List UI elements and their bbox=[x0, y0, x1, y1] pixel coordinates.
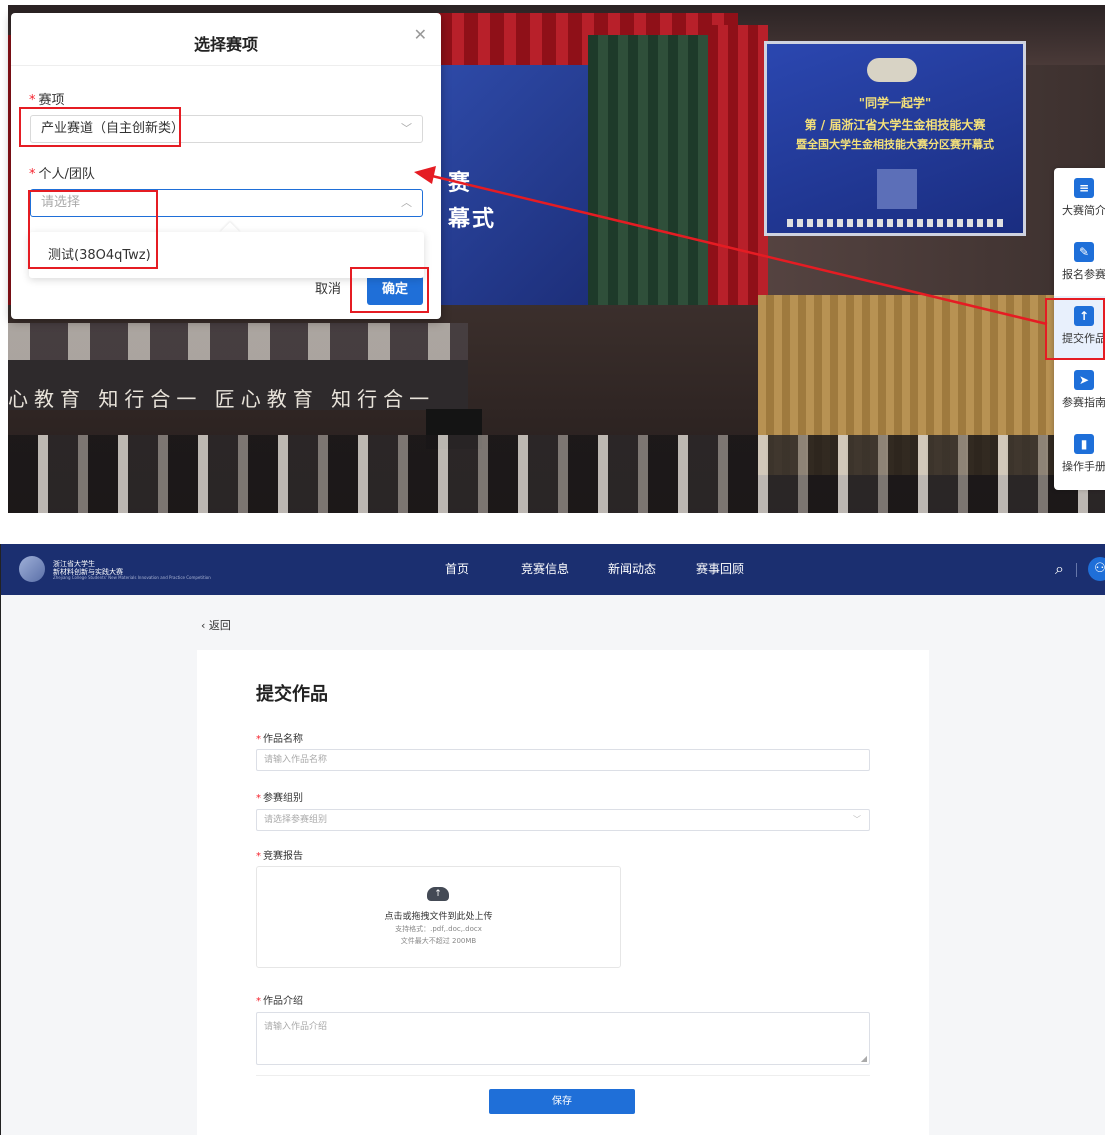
work-name-label: * 作品名称 bbox=[256, 734, 303, 745]
divider bbox=[256, 1075, 870, 1076]
label-text: 作品介绍 bbox=[263, 996, 303, 1007]
intro-textarea[interactable]: 请输入作品介绍 ◢ bbox=[256, 1012, 870, 1065]
back-link[interactable]: ‹ 返回 bbox=[201, 617, 231, 633]
upload-size-limit: 文件最大不超过 200MB bbox=[400, 937, 477, 945]
logo-icon[interactable] bbox=[19, 556, 45, 582]
resize-handle-icon[interactable]: ◢ bbox=[861, 1054, 867, 1063]
top-navbar: 浙江省大学生 新材料创新与实践大赛 Zhejiang College Stude… bbox=[1, 544, 1105, 595]
arrow-line bbox=[427, 173, 1048, 326]
label-text: 作品名称 bbox=[263, 734, 303, 745]
page-root: 赛 幕式 "同学一起学" 第 / 届浙江省大学生金相技能大赛 暨全国大学生金相技… bbox=[0, 0, 1105, 1135]
chevron-left-icon: ‹ bbox=[201, 619, 209, 632]
group-label: * 参赛组别 bbox=[256, 793, 303, 804]
save-button[interactable]: 保存 bbox=[489, 1089, 635, 1114]
report-label: * 竞赛报告 bbox=[256, 851, 303, 862]
chevron-down-icon: ﹀ bbox=[853, 815, 861, 824]
work-name-input[interactable]: 请输入作品名称 bbox=[256, 749, 870, 771]
page-title: 提交作品 bbox=[256, 684, 328, 705]
user-icon[interactable]: ⚇ bbox=[1088, 557, 1105, 581]
submit-form-card: 提交作品 * 作品名称 请输入作品名称 * 参赛组别 请选择参赛组别 ﹀ * 竞赛报告… bbox=[197, 650, 929, 1135]
upload-dropzone[interactable]: ↑ 点击或拖拽文件到此处上传 支持格式：.pdf,.doc,.docx 文件最大… bbox=[256, 866, 621, 968]
label-text: 参赛组别 bbox=[263, 793, 303, 804]
back-label: 返回 bbox=[208, 619, 231, 632]
upload-formats: 支持格式：.pdf,.doc,.docx bbox=[395, 925, 482, 933]
upload-hint: 点击或拖拽文件到此处上传 bbox=[384, 912, 493, 922]
divider bbox=[1076, 563, 1077, 577]
arrow-head bbox=[414, 166, 436, 184]
placeholder: 请输入作品介绍 bbox=[264, 1022, 328, 1032]
nav-item-news[interactable]: 新闻动态 bbox=[608, 560, 656, 577]
submit-work-screenshot: 浙江省大学生 新材料创新与实践大赛 Zhejiang College Stude… bbox=[0, 544, 1105, 1135]
intro-label: * 作品介绍 bbox=[256, 996, 303, 1007]
nav-item-home[interactable]: 首页 bbox=[445, 560, 469, 577]
placeholder: 请选择参赛组别 bbox=[264, 815, 328, 825]
search-icon[interactable]: ⌕ bbox=[1055, 559, 1064, 579]
nav-item-competition[interactable]: 竞赛信息 bbox=[521, 560, 569, 577]
label-text: 竞赛报告 bbox=[263, 851, 303, 862]
placeholder: 请输入作品名称 bbox=[264, 755, 328, 765]
nav-item-review[interactable]: 赛事回顾 bbox=[696, 560, 744, 577]
group-select[interactable]: 请选择参赛组别 ﹀ bbox=[256, 809, 870, 831]
logo-subtext: Zhejiang College Students' New Materials… bbox=[53, 575, 211, 580]
annotation-arrow bbox=[414, 166, 1048, 326]
cloud-upload-icon: ↑ bbox=[427, 887, 449, 901]
